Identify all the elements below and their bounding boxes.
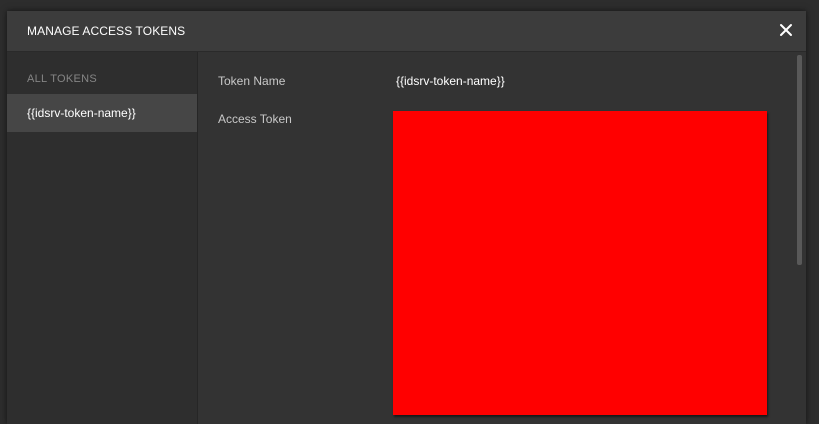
token-details: Token Name {{idsrv-token-name}} Access T… xyxy=(198,52,806,424)
close-icon[interactable] xyxy=(778,22,794,38)
sidebar-item-label: {{idsrv-token-name}} xyxy=(27,106,136,120)
manage-access-tokens-modal: MANAGE ACCESS TOKENS ALL TOKENS {{idsrv-… xyxy=(7,11,806,424)
sidebar-item-token[interactable]: {{idsrv-token-name}} xyxy=(7,94,197,132)
token-name-label: Token Name xyxy=(218,74,286,88)
token-name-value: {{idsrv-token-name}} xyxy=(396,74,505,88)
scrollbar-thumb[interactable] xyxy=(797,55,802,265)
modal-header: MANAGE ACCESS TOKENS xyxy=(7,11,806,52)
tokens-sidebar: ALL TOKENS {{idsrv-token-name}} xyxy=(7,52,198,424)
access-token-label: Access Token xyxy=(218,112,292,126)
access-token-redacted-box xyxy=(393,111,767,415)
all-tokens-heading: ALL TOKENS xyxy=(27,73,98,85)
scrollbar[interactable] xyxy=(797,55,802,420)
modal-title: MANAGE ACCESS TOKENS xyxy=(27,24,186,38)
